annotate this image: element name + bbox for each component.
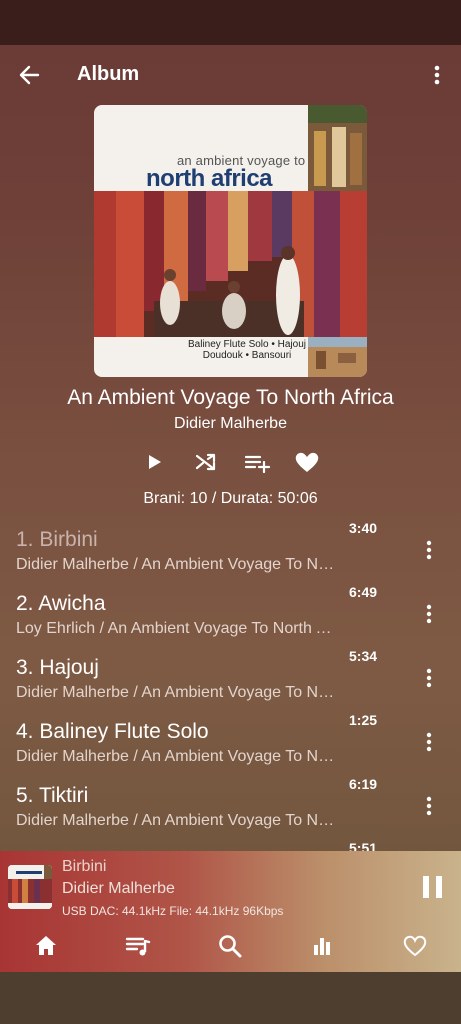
heart-icon [295, 452, 319, 472]
track-title: 5. Tiktiri [16, 784, 89, 807]
track-duration: 5:34 [349, 648, 378, 664]
track-duration: 5:51 [349, 840, 378, 851]
nav-search[interactable] [215, 931, 245, 961]
album-artist[interactable]: Didier Malherbe [0, 415, 461, 433]
track-duration: 6:19 [349, 776, 378, 792]
track-row[interactable]: 5. Tiktiri Didier Malherbe / An Ambient … [0, 776, 461, 840]
album-title: An Ambient Voyage To North Africa [67, 386, 394, 409]
track-duration: 3:40 [349, 520, 378, 536]
equalizer-icon [314, 938, 330, 955]
play-button[interactable] [140, 448, 170, 476]
pause-icon [423, 876, 442, 898]
favorite-button[interactable] [292, 448, 322, 476]
more-vert-icon[interactable] [418, 666, 440, 690]
nav-favorites[interactable] [400, 931, 430, 961]
nav-equalizer[interactable] [307, 931, 337, 961]
cover-caption-line: Baliney Flute Solo • Hajouj [187, 339, 306, 350]
mini-player[interactable]: Birbini Didier Malherbe USB DAC: 44.1kHz… [0, 851, 461, 972]
page-title: Album [77, 63, 140, 85]
track-subtitle: Didier Malherbe / An Ambient Voyage To N… [16, 748, 338, 765]
track-title: 1. Birbini [16, 528, 98, 551]
track-title: 2. Awicha [16, 592, 106, 615]
cover-bazaar-photo [94, 191, 367, 337]
status-bar [0, 0, 461, 45]
arrow-back-icon [19, 65, 40, 85]
cover-caption-line: Doudouk • Bansouri [202, 350, 292, 361]
track-row[interactable]: 3. Hajouj Didier Malherbe / An Ambient V… [0, 648, 461, 712]
now-playing-artist: Didier Malherbe [62, 880, 175, 897]
nav-home[interactable] [31, 931, 61, 961]
add-to-playlist-icon [244, 455, 271, 474]
more-vert-icon [434, 65, 440, 85]
album-summary: Brani: 10 / Durata: 50:06 [143, 490, 318, 507]
cover-building-photo [308, 337, 367, 377]
nav-queue[interactable] [123, 931, 153, 961]
track-title: 4. Baliney Flute Solo [16, 720, 209, 743]
album-actions [0, 448, 461, 478]
more-vert-icon[interactable] [418, 602, 440, 626]
shuffle-icon [195, 453, 216, 471]
cover-market-photo [308, 105, 367, 191]
search-icon [219, 935, 242, 958]
album-cover[interactable]: an ambient voyage to north africa Baline… [94, 105, 367, 377]
track-row[interactable]: 4. Baliney Flute Solo Didier Malherbe / … [0, 712, 461, 776]
play-icon [149, 455, 161, 469]
track-title: 3. Hajouj [16, 656, 99, 679]
track-row[interactable]: 2. Awicha Loy Ehrlich / An Ambient Voyag… [0, 584, 461, 648]
more-vert-icon[interactable] [418, 538, 440, 562]
track-subtitle: Didier Malherbe / An Ambient Voyage To N… [16, 556, 338, 573]
mini-player-artwork [8, 865, 52, 909]
add-to-playlist-button[interactable] [242, 448, 272, 476]
track-duration: 1:25 [349, 712, 378, 728]
queue-icon [125, 937, 151, 956]
bottom-navigation [0, 931, 461, 971]
shuffle-button[interactable] [191, 448, 221, 476]
track-list: 1. Birbini Didier Malherbe / An Ambient … [0, 520, 461, 851]
track-subtitle: Loy Ehrlich / An Ambient Voyage To North… [16, 620, 338, 637]
now-playing-title: Birbini [62, 858, 107, 875]
track-subtitle: Didier Malherbe / An Ambient Voyage To N… [16, 812, 338, 829]
system-navigation-bar [0, 972, 461, 1024]
track-duration: 6:49 [349, 584, 378, 600]
track-subtitle: Didier Malherbe / An Ambient Voyage To N… [16, 684, 338, 701]
heart-outline-icon [403, 935, 427, 957]
track-row[interactable]: 1. Birbini Didier Malherbe / An Ambient … [0, 520, 461, 584]
cover-caption: Baliney Flute Solo • Hajouj Doudouk • Ba… [187, 339, 307, 361]
overflow-menu-button[interactable] [426, 63, 448, 87]
track-row[interactable]: 5:51 [0, 840, 461, 851]
home-icon [36, 936, 56, 955]
app-bar: Album [0, 45, 461, 105]
more-vert-icon[interactable] [418, 794, 440, 818]
cover-title: north africa [146, 165, 273, 192]
back-button[interactable] [14, 61, 46, 89]
now-playing-meta: USB DAC: 44.1kHz File: 44.1kHz 96Kbps [62, 904, 284, 918]
more-vert-icon[interactable] [418, 730, 440, 754]
pause-button[interactable] [420, 873, 446, 901]
